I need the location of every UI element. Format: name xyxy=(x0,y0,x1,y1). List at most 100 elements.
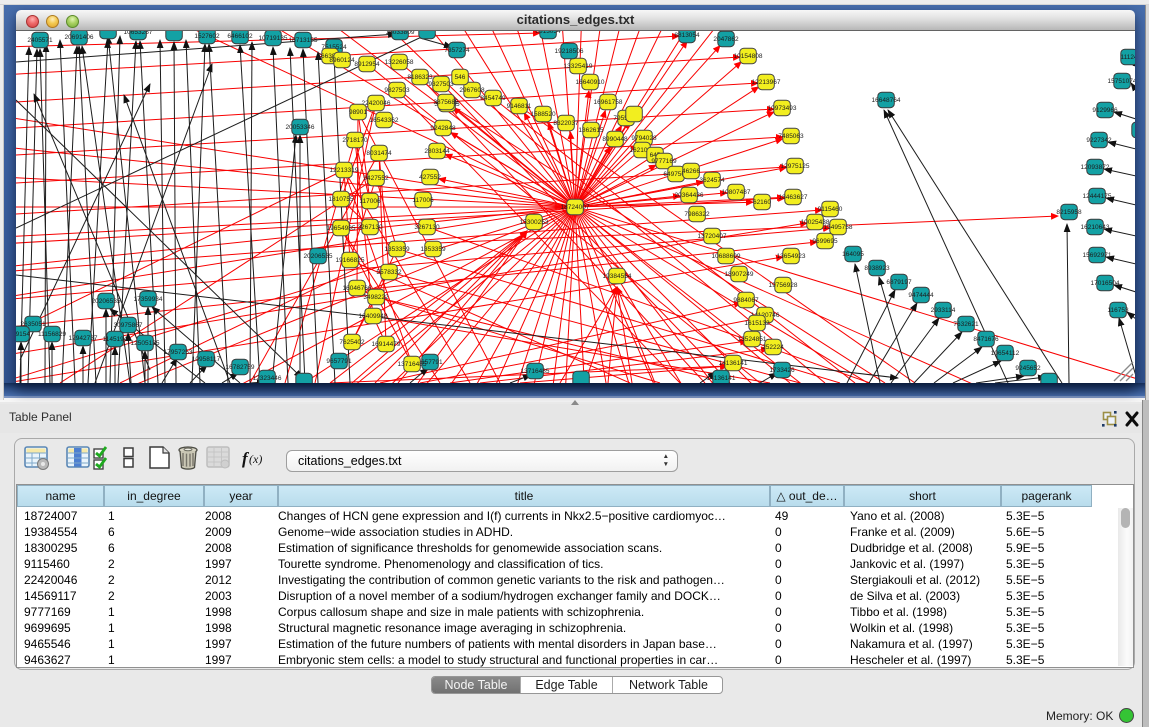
svg-text:9474444: 9474444 xyxy=(908,292,934,299)
svg-text:164095: 164095 xyxy=(842,251,864,258)
svg-text:17359934: 17359934 xyxy=(134,296,163,303)
svg-text:7625402: 7625402 xyxy=(339,339,365,346)
svg-text:3267130: 3267130 xyxy=(357,224,383,231)
svg-text:14136141: 14136141 xyxy=(707,375,736,382)
svg-text:1362615: 1362615 xyxy=(578,127,604,134)
svg-text:39154: 39154 xyxy=(16,331,30,338)
svg-text:2933114: 2933114 xyxy=(931,307,956,314)
svg-text:1615132: 1615132 xyxy=(744,320,770,327)
svg-text:10719135: 10719135 xyxy=(259,35,288,42)
svg-text:8454749: 8454749 xyxy=(480,95,506,102)
svg-text:16713155: 16713155 xyxy=(289,37,318,44)
svg-text:12444175: 12444175 xyxy=(1083,193,1112,200)
svg-text:16961758: 16961758 xyxy=(594,99,623,106)
svg-text:19166825: 19166825 xyxy=(336,257,365,264)
svg-text:10973493: 10973493 xyxy=(768,105,797,112)
svg-text:9146811: 9146811 xyxy=(507,103,532,110)
svg-text:117006: 117006 xyxy=(412,197,434,204)
svg-text:9884067: 9884067 xyxy=(733,297,759,304)
svg-text:9115460: 9115460 xyxy=(818,206,843,213)
svg-text:18907249: 18907249 xyxy=(725,271,754,278)
svg-text:8813054: 8813054 xyxy=(674,32,700,39)
svg-text:17957253: 17957253 xyxy=(164,349,193,356)
svg-text:7986322: 7986322 xyxy=(684,211,710,218)
svg-text:12213967: 12213967 xyxy=(752,79,781,86)
svg-text:8186323: 8186323 xyxy=(407,74,433,81)
svg-text:12323446: 12323446 xyxy=(253,375,282,382)
svg-text:1733426: 1733426 xyxy=(769,367,795,374)
svg-text:14136141: 14136141 xyxy=(719,360,748,367)
svg-text:12505135: 12505135 xyxy=(131,340,160,347)
svg-text:5578332: 5578332 xyxy=(376,269,402,276)
svg-text:427552: 427552 xyxy=(419,174,441,181)
svg-text:8031474: 8031474 xyxy=(366,150,392,157)
svg-text:8215958: 8215958 xyxy=(1056,209,1082,216)
svg-text:117006: 117006 xyxy=(359,198,381,205)
svg-text:20364436: 20364436 xyxy=(675,192,704,199)
svg-text:1588520: 1588520 xyxy=(530,111,556,118)
svg-text:46266: 46266 xyxy=(682,168,700,175)
svg-text:18724007: 18724007 xyxy=(561,204,590,211)
svg-text:9427552: 9427552 xyxy=(363,175,389,182)
svg-text:16409948: 16409948 xyxy=(359,313,388,320)
svg-text:13524851: 13524851 xyxy=(738,336,767,343)
svg-text:30975867: 30975867 xyxy=(114,322,143,329)
svg-text:7357274: 7357274 xyxy=(444,47,470,54)
svg-text:17016504: 17016504 xyxy=(1091,280,1120,287)
svg-text:1527602: 1527602 xyxy=(194,33,220,40)
svg-text:13716485: 13716485 xyxy=(521,368,550,375)
svg-text:20206535: 20206535 xyxy=(92,298,121,305)
svg-text:9794028: 9794028 xyxy=(631,135,657,142)
svg-text:9242848: 9242848 xyxy=(430,125,456,132)
svg-text:13325419: 13325419 xyxy=(564,63,593,70)
svg-text:6466102: 6466102 xyxy=(227,33,253,40)
svg-text:13716485: 13716485 xyxy=(398,361,427,368)
svg-text:20691406: 20691406 xyxy=(65,34,94,41)
svg-text:8912954: 8912954 xyxy=(354,61,380,68)
svg-text:9827503: 9827503 xyxy=(384,87,410,94)
svg-text:15692971: 15692971 xyxy=(1083,252,1112,259)
svg-text:8990448: 8990448 xyxy=(602,136,628,143)
svg-text:16914479: 16914479 xyxy=(372,341,401,348)
svg-text:3875685: 3875685 xyxy=(433,99,459,106)
svg-text:9227342: 9227342 xyxy=(1086,137,1112,144)
svg-text:9129966: 9129966 xyxy=(1092,107,1118,114)
svg-text:116753: 116753 xyxy=(1107,307,1129,314)
svg-text:1145194: 1145194 xyxy=(103,336,128,343)
svg-text:252224: 252224 xyxy=(762,344,784,351)
svg-text:12975125: 12975125 xyxy=(781,163,810,170)
svg-text:16046766: 16046766 xyxy=(343,285,372,292)
svg-text:10688609: 10688609 xyxy=(712,253,741,260)
svg-text:18463627: 18463627 xyxy=(779,194,808,201)
svg-text:20053346: 20053346 xyxy=(286,124,315,131)
svg-text:6879197: 6879197 xyxy=(886,279,912,286)
svg-text:19218506: 19218506 xyxy=(555,48,584,55)
svg-text:12942737: 12942737 xyxy=(69,335,98,342)
svg-text:9245652: 9245652 xyxy=(1015,365,1041,372)
svg-text:19654985: 19654985 xyxy=(327,225,356,232)
svg-text:2405571: 2405571 xyxy=(27,37,53,44)
svg-text:2967608: 2967608 xyxy=(459,87,485,94)
svg-text:3267130: 3267130 xyxy=(414,224,440,231)
svg-text:16782759: 16782759 xyxy=(226,364,255,371)
svg-text:20206535: 20206535 xyxy=(304,253,333,260)
svg-text:15495758: 15495758 xyxy=(824,224,853,231)
svg-text:13226058: 13226058 xyxy=(385,59,414,66)
svg-text:15300253: 15300253 xyxy=(520,219,549,226)
svg-text:12093872: 12093872 xyxy=(1081,164,1110,171)
svg-text:8322037: 8322037 xyxy=(553,120,579,127)
svg-text:15751074: 15751074 xyxy=(1108,78,1135,85)
svg-text:10958117: 10958117 xyxy=(192,356,221,363)
svg-text:8960124: 8960124 xyxy=(329,57,355,64)
svg-text:16033809: 16033809 xyxy=(386,31,415,36)
svg-text:9327503: 9327503 xyxy=(428,81,454,88)
svg-text:3624574: 3624574 xyxy=(699,177,725,184)
svg-text:7485063: 7485063 xyxy=(778,133,804,140)
svg-text:11156829: 11156829 xyxy=(38,331,66,338)
svg-text:10154808: 10154808 xyxy=(734,53,763,60)
svg-text:16543362: 16543362 xyxy=(370,117,399,124)
svg-text:13720407: 13720407 xyxy=(698,233,727,240)
svg-text:10654112: 10654112 xyxy=(991,350,1020,357)
svg-text:8813054: 8813054 xyxy=(535,31,561,35)
svg-text:1353359: 1353359 xyxy=(420,246,446,253)
